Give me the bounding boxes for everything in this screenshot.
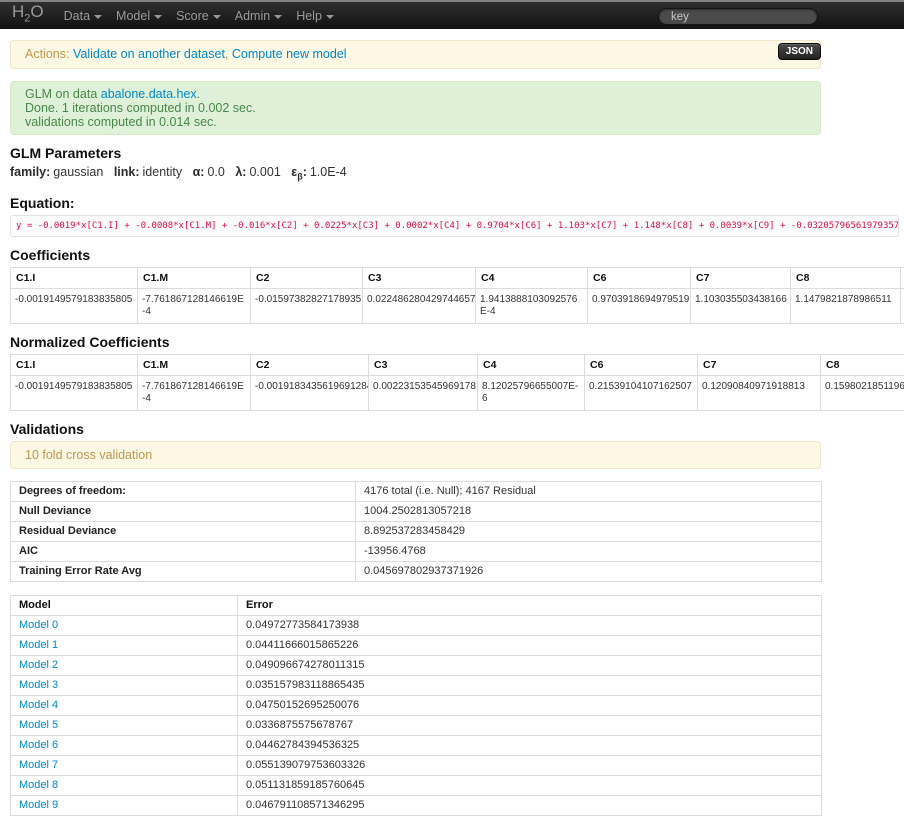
stat-label: Residual Deviance <box>11 521 356 541</box>
model-link[interactable]: Model 1 <box>19 639 58 651</box>
table-row: -0.0019149579183835805 -7.76186712814661… <box>11 288 904 323</box>
key-search-input[interactable] <box>658 8 818 25</box>
table-row: AIC -13956.4768 <box>11 541 822 561</box>
table-row: Model 6 0.04462784394536325 <box>11 735 822 755</box>
stat-value: 4176 total (i.e. Null); 4167 Residual <box>356 481 822 501</box>
model-link[interactable]: Model 3 <box>19 679 58 691</box>
main-content: Actions: Validate on another dataset, Co… <box>10 40 821 816</box>
table-row: Model 1 0.04411666015865226 <box>11 635 822 655</box>
dataset-link[interactable]: abalone.data.hex <box>101 87 197 101</box>
actions-bar: Actions: Validate on another dataset, Co… <box>10 40 821 69</box>
status-box: GLM on data abalone.data.hex. Done. 1 it… <box>10 81 821 135</box>
menu-score[interactable]: Score <box>169 2 228 29</box>
cross-validation-models-table: Model Error Model 0 0.04972773584173938 … <box>10 595 822 816</box>
caret-down-icon <box>213 15 221 19</box>
stat-label: Training Error Rate Avg <box>11 561 356 581</box>
status-line-1: GLM on data abalone.data.hex. <box>25 87 806 101</box>
table-row: Degrees of freedom: 4176 total (i.e. Nul… <box>11 481 822 501</box>
cross-validation-note: 10 fold cross validation <box>10 441 821 469</box>
status-line-2: Done. 1 iterations computed in 0.002 sec… <box>25 101 806 115</box>
model-error: 0.04750152695250076 <box>238 695 822 715</box>
table-row: Model 4 0.04750152695250076 <box>11 695 822 715</box>
menu-model[interactable]: Model <box>109 2 169 29</box>
table-row: Residual Deviance 8.892537283458429 <box>11 521 822 541</box>
table-row: -0.0019149579183835805 -7.76186712814661… <box>11 375 904 410</box>
model-error: 0.0336875575678767 <box>238 715 822 735</box>
glm-parameters-values: family:gaussian link:identity α:0.0 λ:0.… <box>10 165 821 185</box>
coefficients-title: Coefficients <box>10 247 821 263</box>
table-row: Model 0 0.04972773584173938 <box>11 615 822 635</box>
stat-label: Degrees of freedom: <box>11 481 356 501</box>
model-error: 0.051131859185760645 <box>238 775 822 795</box>
table-header-row: Model Error <box>11 595 822 615</box>
model-link[interactable]: Model 4 <box>19 699 58 711</box>
caret-down-icon <box>326 15 334 19</box>
actions-separator: , <box>225 47 228 61</box>
normalized-coefficients-table: C1.I C1.M C2 C3 C4 C6 C7 C8 -0.001914957… <box>10 354 904 411</box>
table-row: Model 9 0.046791108571346295 <box>11 795 822 815</box>
menu-data[interactable]: Data <box>57 2 109 29</box>
menu-help[interactable]: Help <box>289 2 341 29</box>
model-link[interactable]: Model 2 <box>19 659 58 671</box>
normalized-coefficients-title: Normalized Coefficients <box>10 334 821 350</box>
model-link[interactable]: Model 5 <box>19 719 58 731</box>
model-error: 0.055139079753603326 <box>238 755 822 775</box>
table-header-row: C1.I C1.M C2 C3 C4 C6 C7 C8 <box>11 267 904 288</box>
stat-value: 0.045697802937371926 <box>356 561 822 581</box>
table-row: Model 7 0.055139079753603326 <box>11 755 822 775</box>
validation-stats-table: Degrees of freedom: 4176 total (i.e. Nul… <box>10 481 822 582</box>
model-error: 0.035157983118865435 <box>238 675 822 695</box>
clipped-cell <box>901 288 904 323</box>
navbar: H2O Data Model Score Admin Help <box>0 0 904 29</box>
compute-model-link[interactable]: Compute new model <box>232 47 347 61</box>
glm-parameters-title: GLM Parameters <box>10 145 821 161</box>
stat-label: AIC <box>11 541 356 561</box>
model-link[interactable]: Model 9 <box>19 799 58 811</box>
model-link[interactable]: Model 0 <box>19 619 58 631</box>
stat-value: 1004.2502813057218 <box>356 501 822 521</box>
model-error: 0.049096674278011315 <box>238 655 822 675</box>
table-header-row: C1.I C1.M C2 C3 C4 C6 C7 C8 <box>11 354 904 375</box>
stat-label: Null Deviance <box>11 501 356 521</box>
model-error: 0.046791108571346295 <box>238 795 822 815</box>
table-row: Model 2 0.049096674278011315 <box>11 655 822 675</box>
caret-down-icon <box>154 15 162 19</box>
caret-down-icon <box>274 15 282 19</box>
model-link[interactable]: Model 7 <box>19 759 58 771</box>
validate-dataset-link[interactable]: Validate on another dataset <box>73 47 225 61</box>
table-row: Training Error Rate Avg 0.04569780293737… <box>11 561 822 581</box>
clipped-column <box>901 267 904 288</box>
actions-label: Actions: <box>25 47 69 61</box>
stat-value: -13956.4768 <box>356 541 822 561</box>
status-line-3: validations computed in 0.014 sec. <box>25 115 806 129</box>
model-link[interactable]: Model 8 <box>19 779 58 791</box>
validations-title: Validations <box>10 421 821 437</box>
equation-code: y = -0.0019*x[C1.I] + -0.0008*x[C1.M] + … <box>10 215 899 237</box>
model-link[interactable]: Model 6 <box>19 739 58 751</box>
model-error: 0.04972773584173938 <box>238 615 822 635</box>
stat-value: 8.892537283458429 <box>356 521 822 541</box>
caret-down-icon <box>94 15 102 19</box>
model-error: 0.04411666015865226 <box>238 635 822 655</box>
table-row: Model 5 0.0336875575678767 <box>11 715 822 735</box>
table-row: Model 8 0.051131859185760645 <box>11 775 822 795</box>
equation-title: Equation: <box>10 195 821 211</box>
json-button[interactable]: JSON <box>778 43 821 60</box>
menu-admin[interactable]: Admin <box>228 2 289 29</box>
table-row: Model 3 0.035157983118865435 <box>11 675 822 695</box>
coefficients-table: C1.I C1.M C2 C3 C4 C6 C7 C8 -0.001914957… <box>10 267 904 324</box>
model-error: 0.04462784394536325 <box>238 735 822 755</box>
h2o-logo[interactable]: H2O <box>12 0 44 33</box>
table-row: Null Deviance 1004.2502813057218 <box>11 501 822 521</box>
